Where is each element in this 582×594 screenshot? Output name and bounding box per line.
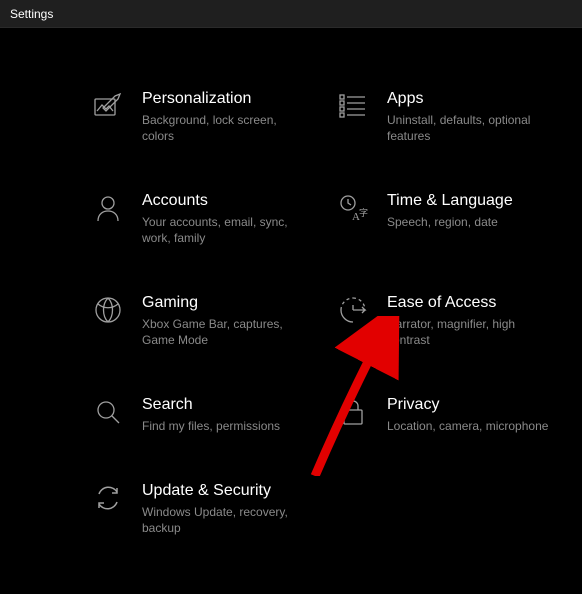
update-security-icon <box>92 482 124 514</box>
apps-icon <box>337 90 369 122</box>
ease-of-access-icon <box>337 294 369 326</box>
tile-desc: Your accounts, email, sync, work, family <box>142 214 312 246</box>
tile-desc: Uninstall, defaults, optional features <box>387 112 557 144</box>
tile-title: Search <box>142 394 280 416</box>
accounts-icon <box>92 192 124 224</box>
tile-title: Update & Security <box>142 480 312 502</box>
tile-apps[interactable]: Apps Uninstall, defaults, optional featu… <box>337 88 562 144</box>
tile-desc: Xbox Game Bar, captures, Game Mode <box>142 316 312 348</box>
svg-text:字: 字 <box>359 207 368 218</box>
tile-title: Ease of Access <box>387 292 557 314</box>
search-icon <box>92 396 124 428</box>
tile-title: Time & Language <box>387 190 513 212</box>
privacy-icon <box>337 396 369 428</box>
tile-personalization[interactable]: Personalization Background, lock screen,… <box>92 88 317 144</box>
tile-desc: Speech, region, date <box>387 214 513 230</box>
window-title: Settings <box>10 7 53 21</box>
tile-privacy[interactable]: Privacy Location, camera, microphone <box>337 394 562 434</box>
gaming-icon <box>92 294 124 326</box>
tile-desc: Narrator, magnifier, high contrast <box>387 316 557 348</box>
tile-title: Apps <box>387 88 557 110</box>
tile-accounts[interactable]: Accounts Your accounts, email, sync, wor… <box>92 190 317 246</box>
tile-desc: Location, camera, microphone <box>387 418 548 434</box>
time-language-icon: A 字 <box>337 192 369 224</box>
tile-desc: Find my files, permissions <box>142 418 280 434</box>
tile-search[interactable]: Search Find my files, permissions <box>92 394 317 434</box>
tile-gaming[interactable]: Gaming Xbox Game Bar, captures, Game Mod… <box>92 292 317 348</box>
tile-title: Accounts <box>142 190 312 212</box>
tile-title: Gaming <box>142 292 312 314</box>
tile-title: Privacy <box>387 394 548 416</box>
settings-grid: Personalization Background, lock screen,… <box>0 28 582 536</box>
tile-title: Personalization <box>142 88 312 110</box>
tile-desc: Background, lock screen, colors <box>142 112 312 144</box>
tile-ease-of-access[interactable]: Ease of Access Narrator, magnifier, high… <box>337 292 562 348</box>
tile-time-language[interactable]: A 字 Time & Language Speech, region, date <box>337 190 562 246</box>
titlebar: Settings <box>0 0 582 28</box>
tile-desc: Windows Update, recovery, backup <box>142 504 312 536</box>
personalization-icon <box>92 90 124 122</box>
tile-update-security[interactable]: Update & Security Windows Update, recove… <box>92 480 317 536</box>
